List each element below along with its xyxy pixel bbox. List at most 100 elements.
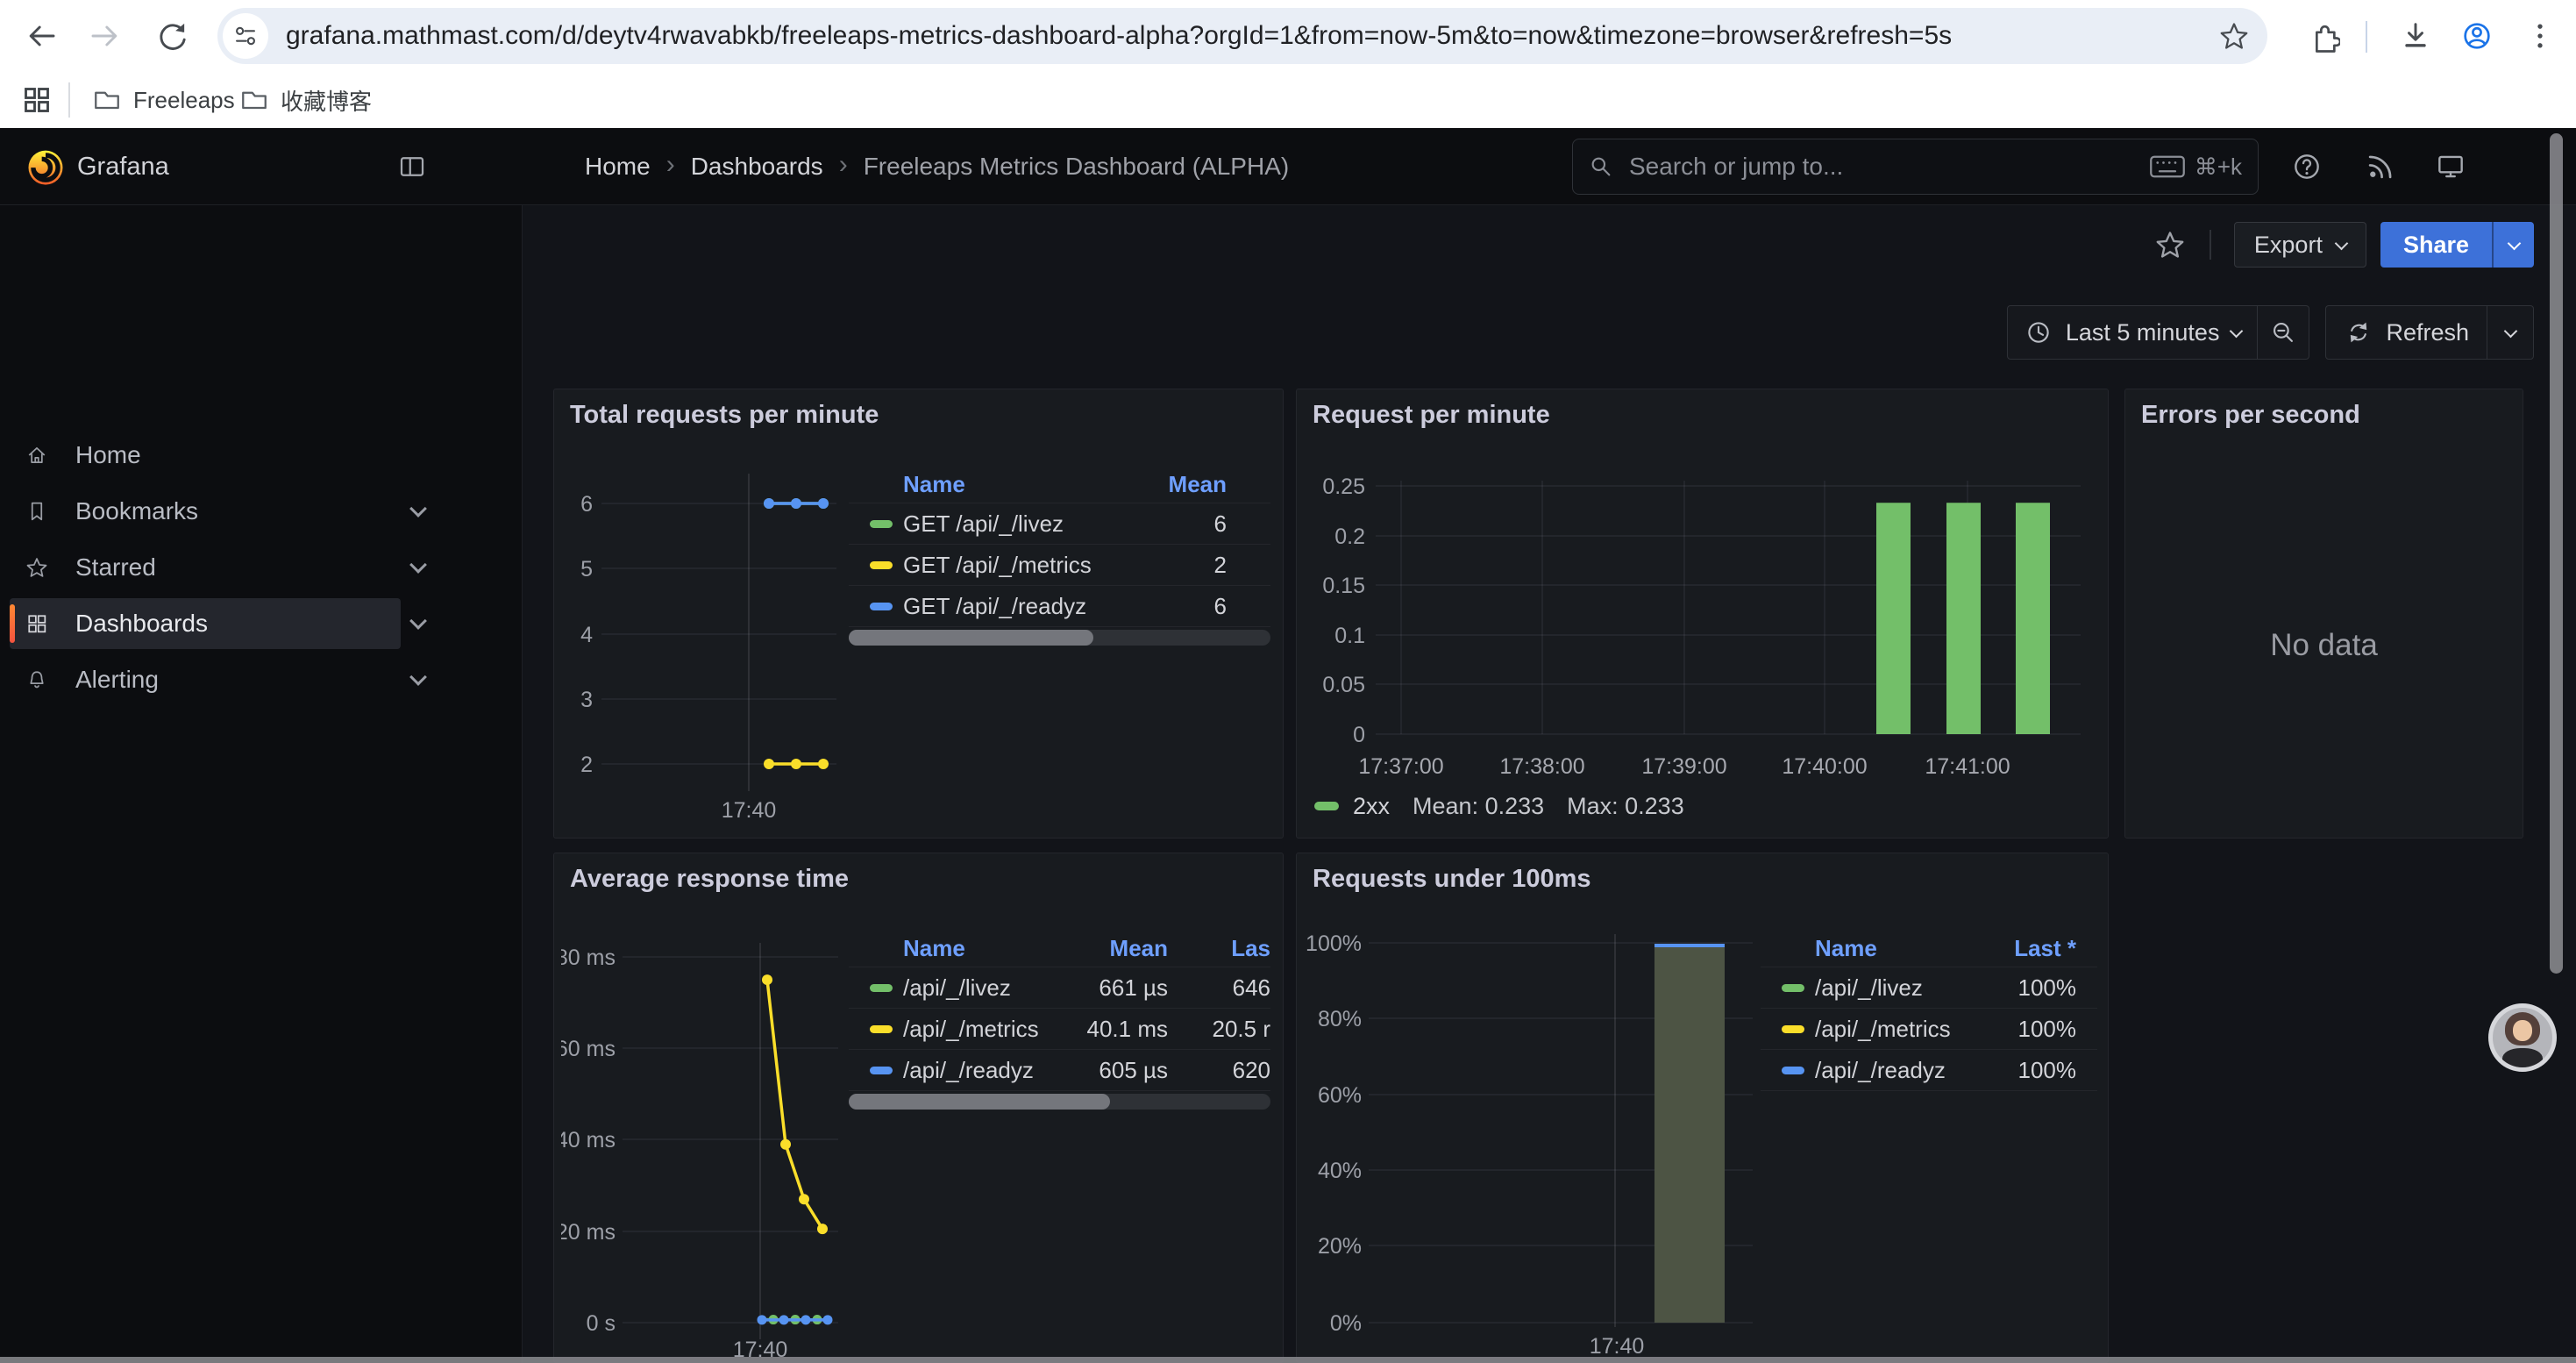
legend-scrollbar[interactable] (849, 630, 1270, 646)
sidebar-item-dashboards[interactable]: Dashboards (10, 598, 436, 649)
profile-icon[interactable] (2459, 18, 2494, 54)
series-max: Max: 0.233 (1567, 793, 1684, 820)
assistant-avatar[interactable] (2488, 1003, 2557, 1072)
legend-header-name[interactable]: Name (1815, 935, 1962, 962)
series-swatch (1314, 802, 1339, 810)
chart-under-100ms: 100%80%60%40%20%0%17:40 (1304, 908, 1760, 1363)
menu-dots-icon[interactable] (2523, 18, 2558, 54)
panel-total-requests[interactable]: Total requests per minute 6543217:40 Nam… (553, 389, 1284, 838)
scrollbar-thumb[interactable] (849, 630, 1093, 646)
downloads-icon[interactable] (2398, 18, 2433, 54)
breadcrumb-home[interactable]: Home (585, 153, 651, 181)
sidebar-item-starred[interactable]: Starred (10, 542, 436, 593)
panel-title[interactable]: Request per minute (1313, 401, 1550, 430)
brand-title: Grafana (77, 128, 169, 205)
forward-icon[interactable] (89, 18, 124, 54)
series-name[interactable]: GET /api/_/livez (903, 510, 1121, 538)
series-mean: 2 (1121, 552, 1270, 579)
legend-row[interactable]: GET /api/_/livez 6 (849, 503, 1270, 545)
panel-errors-per-second[interactable]: Errors per second No data (2124, 389, 2523, 838)
legend-header-mean[interactable]: Mean (1121, 471, 1270, 498)
svg-text:0: 0 (1353, 723, 1365, 747)
series-name[interactable]: /api/_/readyz (1815, 1057, 1962, 1084)
avatar-art (2502, 1048, 2543, 1071)
search-box[interactable]: ⌘+k (1572, 139, 2259, 195)
legend-row[interactable]: /api/_/readyz 605 µs 620 (849, 1050, 1270, 1091)
expand-chevron-icon[interactable] (401, 654, 436, 705)
legend-header-last[interactable]: Last * (1962, 935, 2097, 962)
legend-row[interactable]: /api/_/readyz 100% (1761, 1050, 2097, 1091)
panel-legend: Name Mean GET /api/_/livez 6 GET /api/_/… (849, 467, 1270, 646)
legend-scrollbar[interactable] (849, 1094, 1270, 1110)
extensions-icon[interactable] (2305, 18, 2340, 54)
reload-icon[interactable] (154, 18, 189, 54)
panel-requests-under-100ms[interactable]: Requests under 100ms 100%80%60%40%20%0%1… (1296, 853, 2109, 1363)
grafana-logo[interactable] (23, 144, 68, 189)
share-menu-button[interactable] (2492, 222, 2534, 268)
series-name[interactable]: /api/_/metrics (1815, 1016, 1962, 1043)
back-icon[interactable] (23, 18, 58, 54)
page-scrollbar[interactable] (2550, 133, 2563, 974)
legend-row[interactable]: /api/_/livez 100% (1761, 967, 2097, 1009)
url-bar[interactable]: grafana.mathmast.com/d/deytv4rwavabkb/fr… (217, 8, 2267, 64)
series-name[interactable]: /api/_/livez (1815, 974, 1962, 1002)
zoom-out-button[interactable] (2258, 306, 2309, 359)
panel-avg-response-time[interactable]: Average response time 80 ms60 ms40 ms20 … (553, 853, 1284, 1363)
series-name[interactable]: /api/_/metrics (903, 1016, 1045, 1043)
legend-header-last[interactable]: Las (1187, 935, 1270, 962)
series-swatch (1782, 1025, 1804, 1033)
url-text[interactable]: grafana.mathmast.com/d/deytv4rwavabkb/fr… (286, 21, 2218, 51)
legend-row[interactable]: GET /api/_/readyz 6 (849, 586, 1270, 627)
panel-title[interactable]: Total requests per minute (570, 401, 879, 430)
panel-legend[interactable]: 2xx Mean: 0.233 Max: 0.233 (1314, 789, 1684, 824)
scrollbar-thumb[interactable] (849, 1094, 1110, 1110)
sidebar-item-home[interactable]: Home (10, 430, 436, 481)
news-rss-icon[interactable] (2364, 150, 2397, 183)
svg-text:40%: 40% (1318, 1159, 1362, 1183)
bookmark-folder-blogs[interactable]: 收藏博客 (238, 72, 372, 128)
chart-avg-response: 80 ms60 ms40 ms20 ms0 s17:40 (561, 908, 850, 1363)
panel-title[interactable]: Errors per second (2141, 401, 2360, 430)
series-name[interactable]: GET /api/_/readyz (903, 593, 1121, 620)
refresh-interval-button[interactable] (2487, 306, 2533, 359)
legend-row[interactable]: /api/_/livez 661 µs 646 (849, 967, 1270, 1009)
legend-row[interactable]: GET /api/_/metrics 2 (849, 545, 1270, 586)
search-icon (1587, 153, 1615, 181)
legend-header-name[interactable]: Name (903, 471, 1121, 498)
grafana-header: Grafana Home › Dashboards › Freeleaps Me… (0, 128, 2576, 205)
panel-title[interactable]: Requests under 100ms (1313, 865, 1591, 894)
legend-header-name[interactable]: Name (903, 935, 1045, 962)
breadcrumb-dashboards[interactable]: Dashboards (691, 153, 823, 181)
sidebar-item-bookmarks[interactable]: Bookmarks (10, 486, 436, 537)
series-name[interactable]: /api/_/livez (903, 974, 1045, 1002)
sidebar-toggle-icon[interactable] (396, 151, 428, 182)
search-input[interactable] (1627, 152, 2149, 182)
series-name[interactable]: GET /api/_/metrics (903, 552, 1121, 579)
panel-title[interactable]: Average response time (570, 865, 849, 894)
legend-row[interactable]: /api/_/metrics 100% (1761, 1009, 2097, 1050)
favorite-star-icon[interactable] (2153, 228, 2187, 261)
time-controls: Last 5 minutes (2007, 305, 2534, 360)
apps-grid-icon[interactable] (19, 82, 54, 118)
site-settings-icon[interactable] (223, 13, 268, 59)
star-icon (25, 555, 49, 580)
bookmark-folder-freeleaps[interactable]: Freeleaps (91, 72, 235, 128)
series-name[interactable]: 2xx (1353, 793, 1390, 820)
help-icon[interactable] (2290, 150, 2323, 183)
legend-header-mean[interactable]: Mean (1045, 935, 1168, 962)
monitor-icon[interactable] (2434, 150, 2467, 183)
legend-row[interactable]: /api/_/metrics 40.1 ms 20.5 r (849, 1009, 1270, 1050)
panel-request-per-minute[interactable]: Request per minute 0.250.20.150.10.05017… (1296, 389, 2109, 838)
refresh-button[interactable]: Refresh (2326, 306, 2487, 359)
time-range-picker[interactable]: Last 5 minutes (2008, 318, 2258, 347)
sidebar-item-alerting[interactable]: Alerting (10, 654, 436, 705)
series-name[interactable]: /api/_/readyz (903, 1057, 1045, 1084)
share-button[interactable]: Share (2380, 222, 2492, 268)
expand-chevron-icon[interactable] (401, 486, 436, 537)
series-swatch (870, 1067, 893, 1074)
expand-chevron-icon[interactable] (401, 542, 436, 593)
export-button[interactable]: Export (2234, 222, 2366, 268)
expand-chevron-icon[interactable] (401, 598, 436, 649)
clock-icon (2024, 318, 2053, 347)
bookmark-star-icon[interactable] (2218, 20, 2250, 52)
